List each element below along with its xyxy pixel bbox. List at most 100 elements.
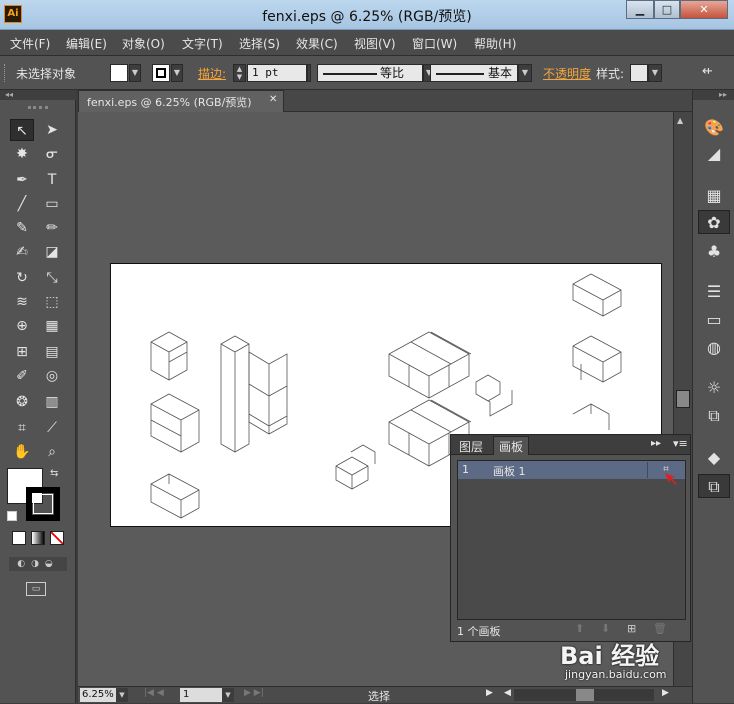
pen-tool-icon[interactable]: ✒ bbox=[10, 169, 34, 191]
grip-handle[interactable] bbox=[4, 64, 7, 82]
last-artboard-icon[interactable]: ▶ ▶| bbox=[244, 688, 264, 698]
close-icon[interactable]: ✕ bbox=[680, 0, 728, 19]
menu-window[interactable]: 窗口(W) bbox=[412, 35, 457, 52]
rectangle-tool-icon[interactable]: ▭ bbox=[40, 193, 64, 215]
stroke-color-swatch[interactable] bbox=[26, 487, 60, 521]
panel-grip[interactable] bbox=[28, 106, 48, 109]
type-tool-icon[interactable]: T bbox=[40, 169, 64, 191]
brush-select[interactable]: 基本 bbox=[430, 64, 518, 82]
menu-object[interactable]: 对象(O) bbox=[122, 35, 165, 52]
zoom-input[interactable]: 6.25% bbox=[80, 688, 116, 702]
scroll-right-icon[interactable]: ▶ bbox=[662, 688, 669, 698]
line-tool-icon[interactable]: ╱ bbox=[10, 193, 34, 215]
new-artboard-icon[interactable]: ⊞ bbox=[627, 622, 636, 635]
gradient-mode-icon[interactable] bbox=[31, 531, 45, 545]
pencil-tool-icon[interactable]: ✏ bbox=[40, 217, 64, 239]
swap-colors-icon[interactable]: ⇆ bbox=[50, 468, 58, 479]
mesh-tool-icon[interactable]: ⊞ bbox=[10, 341, 34, 363]
panel-expand-icon[interactable]: ▸▸ bbox=[651, 438, 661, 449]
gradient-tool-icon[interactable]: ▤ bbox=[40, 341, 64, 363]
free-transform-tool-icon[interactable]: ⬚ bbox=[40, 291, 64, 313]
blob-brush-tool-icon[interactable]: ✍ bbox=[10, 241, 34, 263]
graphic-styles-icon[interactable]: ⧉ bbox=[698, 404, 730, 428]
horizontal-scroll-thumb[interactable] bbox=[576, 689, 594, 701]
brushes-icon[interactable]: ✿ bbox=[698, 210, 730, 234]
status-menu-icon[interactable]: ▶ bbox=[486, 688, 493, 698]
vertical-scroll-thumb[interactable] bbox=[676, 390, 690, 408]
stroke-panel-icon[interactable]: ☰ bbox=[698, 280, 730, 304]
brush-dropdown-icon[interactable]: ▼ bbox=[518, 64, 532, 82]
artboard-tool-icon[interactable]: ⌗ bbox=[10, 417, 34, 439]
lasso-tool-icon[interactable]: ᓂ bbox=[40, 143, 64, 165]
graphic-style-swatch[interactable] bbox=[630, 64, 648, 82]
dock-collapse-icon[interactable]: ▸▸ bbox=[693, 90, 734, 100]
transparency-panel-icon[interactable]: ◍ bbox=[698, 336, 730, 360]
blend-tool-icon[interactable]: ◎ bbox=[40, 365, 64, 387]
shape-builder-tool-icon[interactable]: ⊕ bbox=[10, 315, 34, 337]
zoom-dropdown-icon[interactable]: ▼ bbox=[116, 688, 128, 702]
menu-type[interactable]: 文字(T) bbox=[182, 35, 223, 52]
first-artboard-icon[interactable]: |◀ ◀ bbox=[144, 688, 164, 698]
menu-help[interactable]: 帮助(H) bbox=[474, 35, 516, 52]
slice-tool-icon[interactable]: ⟋ bbox=[40, 417, 64, 439]
delete-artboard-icon[interactable]: 🗑 bbox=[653, 622, 667, 635]
direct-selection-tool-icon[interactable]: ➤ bbox=[40, 119, 64, 141]
symbol-sprayer-tool-icon[interactable]: ❂ bbox=[10, 391, 34, 413]
screen-mode-icon[interactable]: ▭ bbox=[26, 582, 46, 596]
perspective-grid-tool-icon[interactable]: ▦ bbox=[40, 315, 64, 337]
move-up-icon[interactable]: ⬆ bbox=[575, 622, 584, 635]
hand-tool-icon[interactable]: ✋ bbox=[10, 441, 34, 463]
stroke-weight-dropdown-icon[interactable] bbox=[307, 64, 311, 82]
none-mode-icon[interactable] bbox=[50, 531, 64, 545]
default-colors-icon[interactable] bbox=[7, 511, 17, 521]
magic-wand-tool-icon[interactable]: ✸ bbox=[10, 143, 34, 165]
stroke-link[interactable]: 描边: bbox=[198, 65, 226, 82]
tab-layers[interactable]: 图层 bbox=[459, 438, 483, 455]
stroke-weight-stepper[interactable]: ▲ ▼ bbox=[233, 64, 246, 82]
swatches-icon[interactable]: ▦ bbox=[698, 184, 730, 208]
artboard-nav-input[interactable]: 1 bbox=[180, 688, 222, 702]
zoom-tool-icon[interactable]: ⌕ bbox=[40, 441, 64, 463]
menu-edit[interactable]: 编辑(E) bbox=[66, 35, 107, 52]
drawing-modes-icon[interactable]: ◐◑◒ bbox=[9, 557, 67, 571]
document-tab[interactable]: fenxi.eps @ 6.25% (RGB/预览) ✕ bbox=[78, 90, 284, 112]
symbols-icon[interactable]: ♣ bbox=[698, 240, 730, 264]
minimize-icon[interactable]: ▁ bbox=[626, 0, 654, 19]
stroke-swatch[interactable] bbox=[152, 64, 170, 82]
maximize-icon[interactable]: □ bbox=[654, 0, 680, 19]
scale-tool-icon[interactable]: ⤡ bbox=[40, 267, 64, 289]
column-graph-tool-icon[interactable]: ▥ bbox=[40, 391, 64, 413]
color-panel-icon[interactable]: 🎨 bbox=[698, 116, 730, 140]
fill-swatch[interactable] bbox=[110, 64, 128, 82]
panel-collapse-icon[interactable]: ◂◂ bbox=[0, 90, 76, 100]
control-menu-icon[interactable]: ⇷ bbox=[702, 64, 713, 79]
artboard-name[interactable]: 画板 1 bbox=[493, 463, 526, 479]
color-guide-icon[interactable]: ◢ bbox=[698, 142, 730, 166]
layers-panel-icon[interactable]: ◆ bbox=[698, 446, 730, 470]
graphic-style-dropdown-icon[interactable]: ▼ bbox=[648, 64, 662, 82]
artboard-nav-dropdown-icon[interactable]: ▼ bbox=[222, 688, 234, 702]
menu-effect[interactable]: 效果(C) bbox=[296, 35, 338, 52]
color-mode-icon[interactable] bbox=[12, 531, 26, 545]
menu-select[interactable]: 选择(S) bbox=[239, 35, 280, 52]
gradient-panel-icon[interactable]: ▭ bbox=[698, 308, 730, 332]
appearance-panel-icon[interactable]: ☼ bbox=[698, 376, 730, 400]
scroll-up-icon[interactable]: ▲ bbox=[677, 116, 683, 125]
fill-dropdown-icon[interactable]: ▼ bbox=[129, 64, 141, 82]
stroke-profile-select[interactable]: 等比 bbox=[317, 64, 423, 82]
scroll-left-icon[interactable]: ◀ bbox=[504, 688, 511, 698]
selection-tool-icon[interactable]: ↖ bbox=[10, 119, 34, 141]
menu-file[interactable]: 文件(F) bbox=[10, 35, 50, 52]
eyedropper-tool-icon[interactable]: ✐ bbox=[10, 365, 34, 387]
stroke-dropdown-icon[interactable]: ▼ bbox=[171, 64, 183, 82]
move-down-icon[interactable]: ⬇ bbox=[601, 622, 610, 635]
rotate-tool-icon[interactable]: ↻ bbox=[10, 267, 34, 289]
eraser-tool-icon[interactable]: ◪ bbox=[40, 241, 64, 263]
menu-view[interactable]: 视图(V) bbox=[354, 35, 396, 52]
panel-menu-icon[interactable]: ▾≡ bbox=[673, 437, 688, 450]
warp-tool-icon[interactable]: ≋ bbox=[10, 291, 34, 313]
paintbrush-tool-icon[interactable]: ✎ bbox=[10, 217, 34, 239]
stroke-weight-input[interactable]: 1 pt bbox=[247, 64, 307, 82]
close-tab-icon[interactable]: ✕ bbox=[269, 94, 277, 105]
artboards-panel-icon[interactable]: ⧉ bbox=[698, 474, 730, 498]
